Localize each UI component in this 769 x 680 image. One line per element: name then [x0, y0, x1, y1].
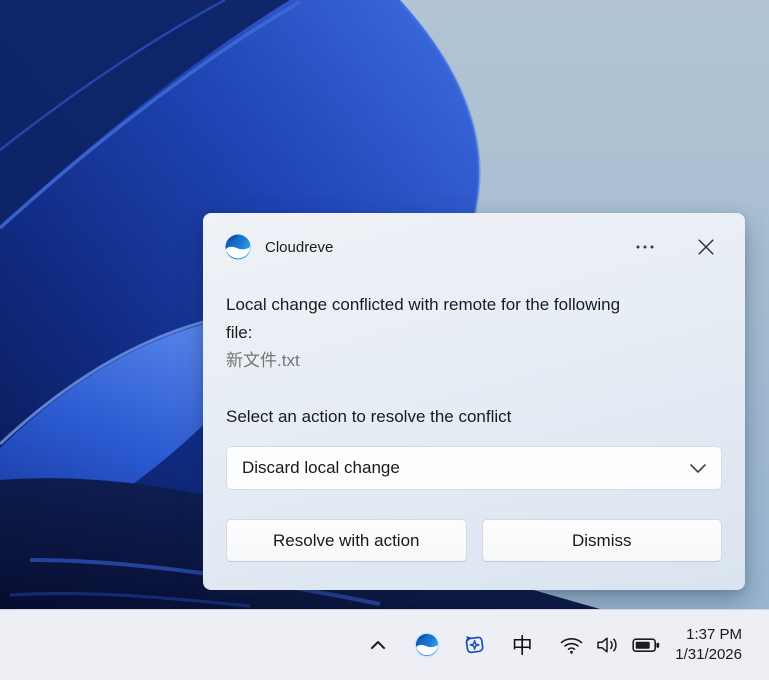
chevron-down-icon	[690, 464, 706, 473]
desktop: Cloudreve Local change conflicted with r…	[0, 0, 769, 680]
wifi-tray-button[interactable]	[559, 635, 584, 655]
close-icon	[698, 239, 714, 255]
clock-date: 1/31/2026	[675, 645, 742, 665]
dismiss-button[interactable]: Dismiss	[482, 519, 723, 562]
system-tray: 中	[368, 610, 769, 680]
ime-indicator[interactable]: 中	[511, 630, 533, 660]
toast-button-row: Resolve with action Dismiss	[226, 519, 722, 562]
cloudreve-logo-icon	[224, 233, 252, 261]
ellipsis-icon	[635, 244, 655, 250]
select-action-label: Select an action to resolve the conflict	[203, 405, 745, 429]
close-button[interactable]	[698, 239, 714, 255]
toast-app-name: Cloudreve	[265, 239, 333, 256]
toast-body: Local change conflicted with remote for …	[203, 291, 745, 375]
battery-icon	[632, 636, 661, 654]
body-line-2: file:	[226, 319, 720, 347]
cloudreve-icon	[414, 632, 440, 658]
show-hidden-icons-button[interactable]	[368, 635, 388, 655]
cube-star-tray-icon[interactable]	[462, 633, 487, 658]
body-line-1: Local change conflicted with remote for …	[226, 291, 720, 319]
notification-toast: Cloudreve Local change conflicted with r…	[203, 213, 745, 590]
taskbar: 中	[0, 609, 769, 680]
toast-header: Cloudreve	[203, 213, 745, 261]
resolve-with-action-button[interactable]: Resolve with action	[226, 519, 467, 562]
cloudreve-tray-icon[interactable]	[414, 632, 440, 658]
conflict-action-dropdown[interactable]: Discard local change	[226, 446, 722, 490]
more-options-button[interactable]	[635, 244, 655, 250]
chevron-up-icon	[368, 635, 388, 655]
cube-star-icon	[462, 633, 487, 658]
conflicted-file-name: 新文件.txt	[226, 347, 720, 375]
clock-time: 1:37 PM	[675, 625, 742, 645]
wifi-icon	[559, 635, 584, 655]
dropdown-selected-value: Discard local change	[242, 458, 690, 478]
taskbar-clock[interactable]: 1:37 PM 1/31/2026	[675, 625, 742, 665]
battery-tray-button[interactable]	[632, 636, 661, 654]
volume-icon	[595, 635, 622, 655]
volume-tray-button[interactable]	[595, 635, 622, 655]
